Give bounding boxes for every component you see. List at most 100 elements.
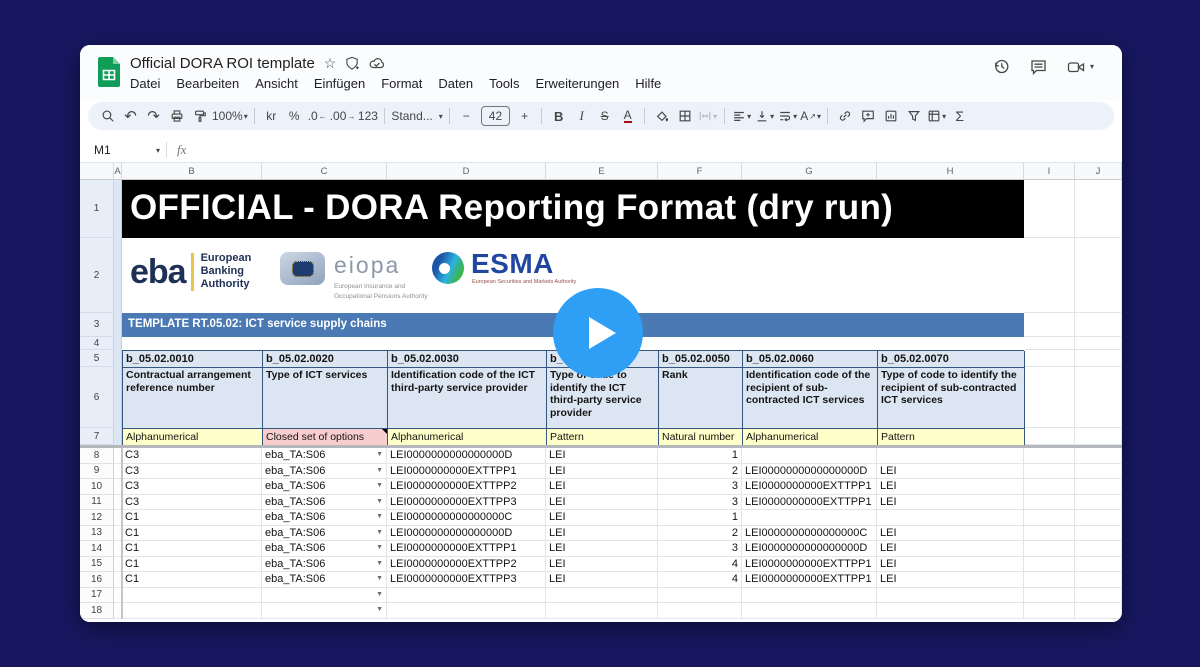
- cell-e[interactable]: LEI: [546, 572, 658, 588]
- cell-c[interactable]: eba_TA:S06▼: [262, 510, 387, 526]
- camera-dropdown-caret[interactable]: ▾: [1090, 62, 1094, 71]
- cell-e[interactable]: [546, 603, 658, 619]
- col-id-b[interactable]: b_05.02.0010: [123, 351, 263, 368]
- name-box[interactable]: M1▾: [80, 143, 160, 157]
- col-type-f[interactable]: Natural number: [659, 429, 743, 446]
- col-desc-h[interactable]: Type of code to identify the recipient o…: [878, 368, 1025, 429]
- text-rotation-icon[interactable]: A↗▾: [800, 104, 821, 128]
- col-desc-f[interactable]: Rank: [659, 368, 743, 429]
- cell-e[interactable]: LEI: [546, 557, 658, 573]
- insert-chart-icon[interactable]: [880, 104, 901, 128]
- cell-h[interactable]: [877, 448, 1024, 464]
- decrease-decimal-button[interactable]: .0←: [307, 104, 328, 128]
- cell-c[interactable]: eba_TA:S06▼: [262, 448, 387, 464]
- comments-icon[interactable]: [1030, 59, 1047, 75]
- cell-j[interactable]: [1075, 572, 1122, 588]
- row-header-8[interactable]: 8: [80, 448, 114, 464]
- dropdown-icon[interactable]: ▼: [376, 572, 383, 586]
- col-header-a[interactable]: A: [114, 163, 122, 180]
- cell-c[interactable]: eba_TA:S06▼: [262, 479, 387, 495]
- menu-daten[interactable]: Daten: [430, 74, 481, 93]
- decrease-font-button[interactable]: −: [456, 104, 477, 128]
- row-header-1[interactable]: 1: [80, 180, 114, 238]
- cell-g[interactable]: [742, 448, 877, 464]
- cell-g[interactable]: LEI0000000000EXTTPP1: [742, 479, 877, 495]
- cell-j[interactable]: [1075, 495, 1122, 511]
- col-id-g[interactable]: b_05.02.0060: [743, 351, 878, 368]
- row-header-17[interactable]: 17: [80, 588, 114, 604]
- cloud-saved-icon[interactable]: [369, 56, 385, 70]
- cell-g[interactable]: LEI0000000000EXTTPP1: [742, 495, 877, 511]
- frozen-col-divider[interactable]: [121, 448, 123, 619]
- print-icon[interactable]: [166, 104, 187, 128]
- cell-d[interactable]: LEI0000000000EXTTPP3: [387, 572, 546, 588]
- cell-d[interactable]: LEI0000000000EXTTPP2: [387, 479, 546, 495]
- cell-g[interactable]: LEI0000000000000000D: [742, 541, 877, 557]
- cell-j[interactable]: [1075, 557, 1122, 573]
- col-desc-g[interactable]: Identification code of the recipient of …: [743, 368, 878, 429]
- number-format-button[interactable]: 123: [357, 104, 378, 128]
- dropdown-icon[interactable]: ▼: [376, 510, 383, 524]
- cell-c[interactable]: eba_TA:S06▼: [262, 464, 387, 480]
- search-icon[interactable]: [97, 104, 118, 128]
- row-header-6[interactable]: 6: [80, 367, 114, 428]
- cell-f[interactable]: 2: [658, 464, 742, 480]
- official-banner-cell[interactable]: OFFICIAL - DORA Reporting Format (dry ru…: [122, 180, 1024, 238]
- col-header-c[interactable]: C: [262, 163, 387, 180]
- cell-c[interactable]: eba_TA:S06▼: [262, 572, 387, 588]
- col-header-b[interactable]: B: [122, 163, 262, 180]
- cell-d[interactable]: LEI0000000000EXTTPP1: [387, 541, 546, 557]
- cell-b[interactable]: C3: [122, 464, 262, 480]
- cell-c[interactable]: eba_TA:S06▼: [262, 541, 387, 557]
- col-id-h[interactable]: b_05.02.0070: [878, 351, 1025, 368]
- cell-c[interactable]: eba_TA:S06▼: [262, 495, 387, 511]
- cell-j[interactable]: [1075, 448, 1122, 464]
- cell-d[interactable]: [387, 588, 546, 604]
- cell-g[interactable]: [742, 510, 877, 526]
- cell-i[interactable]: [1024, 572, 1075, 588]
- cell-f[interactable]: 2: [658, 526, 742, 542]
- cell-i[interactable]: [1024, 541, 1075, 557]
- col-header-f[interactable]: F: [658, 163, 742, 180]
- cell-h[interactable]: LEI: [877, 526, 1024, 542]
- dropdown-icon[interactable]: ▼: [376, 588, 383, 602]
- col-desc-b[interactable]: Contractual arrangement reference number: [123, 368, 263, 429]
- col-id-f[interactable]: b_05.02.0050: [659, 351, 743, 368]
- dropdown-icon[interactable]: ▼: [376, 557, 383, 571]
- borders-icon[interactable]: [674, 104, 695, 128]
- row-header-10[interactable]: 10: [80, 479, 114, 495]
- zoom-select[interactable]: 100%▾: [212, 104, 248, 128]
- menu-tools[interactable]: Tools: [481, 74, 527, 93]
- currency-format-button[interactable]: kr: [261, 104, 282, 128]
- cell-e[interactable]: LEI: [546, 541, 658, 557]
- cell-i[interactable]: [1024, 464, 1075, 480]
- cell-d[interactable]: LEI0000000000000000C: [387, 510, 546, 526]
- cell-b[interactable]: C1: [122, 557, 262, 573]
- cell-d[interactable]: LEI0000000000EXTTPP3: [387, 495, 546, 511]
- cell-i[interactable]: [1024, 603, 1075, 619]
- cell-b[interactable]: C3: [122, 479, 262, 495]
- percent-format-button[interactable]: %: [284, 104, 305, 128]
- cell-h[interactable]: [877, 588, 1024, 604]
- cell-h[interactable]: LEI: [877, 541, 1024, 557]
- row-header-3[interactable]: 3: [80, 313, 114, 337]
- menu-datei[interactable]: Datei: [122, 74, 168, 93]
- cell-b[interactable]: C1: [122, 526, 262, 542]
- horizontal-align-icon[interactable]: ▾: [731, 104, 752, 128]
- col-header-h[interactable]: H: [877, 163, 1024, 180]
- col-desc-d[interactable]: Identification code of the ICT third-par…: [388, 368, 547, 429]
- dropdown-icon[interactable]: ▼: [376, 495, 383, 509]
- row-header-12[interactable]: 12: [80, 510, 114, 526]
- cell-e[interactable]: LEI: [546, 510, 658, 526]
- star-icon[interactable]: ☆: [324, 56, 337, 70]
- cell-d[interactable]: LEI0000000000EXTTPP1: [387, 464, 546, 480]
- cell-i[interactable]: [1024, 495, 1075, 511]
- cell-h[interactable]: [877, 603, 1024, 619]
- cell-j[interactable]: [1075, 603, 1122, 619]
- row-header-14[interactable]: 14: [80, 541, 114, 557]
- cell-h[interactable]: LEI: [877, 495, 1024, 511]
- font-select[interactable]: Stand...▾: [391, 104, 442, 128]
- cell-i[interactable]: [1024, 510, 1075, 526]
- increase-font-button[interactable]: +: [514, 104, 535, 128]
- cell-f[interactable]: 1: [658, 448, 742, 464]
